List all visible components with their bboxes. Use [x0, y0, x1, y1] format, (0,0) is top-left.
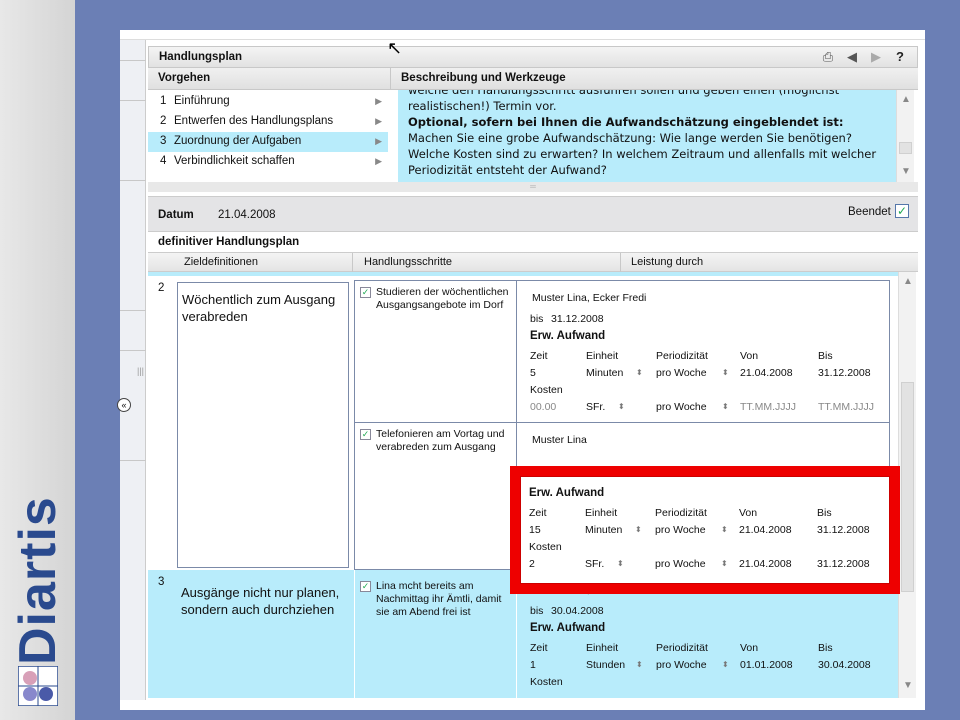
description-text: welche den Handlungsschritt ausführen so…: [398, 90, 896, 182]
effort-title: Erw. Aufwand: [530, 622, 606, 634]
scroll-down-icon[interactable]: ▼: [897, 164, 915, 180]
step-item-3[interactable]: 3 Zuordnung der Aufgaben ▶: [148, 132, 388, 152]
brand-sidebar: Diartis: [0, 0, 75, 720]
goal-cell[interactable]: Wöchentlich zum Ausgang verabreden: [177, 282, 349, 568]
period-spinner-icon[interactable]: ⬍: [722, 660, 729, 669]
datum-label: Datum: [158, 209, 194, 221]
splitter-handle-icon[interactable]: |||: [137, 366, 144, 376]
period-spinner-icon[interactable]: ⬍: [721, 525, 728, 534]
responsible-persons[interactable]: Muster Lina, Ecker Fredi: [532, 292, 646, 304]
col-by[interactable]: Leistung durch: [631, 256, 703, 268]
scroll-up-icon[interactable]: ▲: [899, 274, 917, 290]
procedure-steps: 1 Einführung ▶ 2 Entwerfen des Handlungspla…: [148, 90, 388, 182]
resize-grip-icon[interactable]: ═: [148, 182, 918, 192]
step-item-2[interactable]: 2 Entwerfen des Handlungsplans ▶: [148, 112, 388, 132]
currency-spinner-icon[interactable]: ⬍: [618, 402, 625, 411]
step-checkbox[interactable]: ✓: [360, 429, 371, 440]
beendet-label: Beendet: [848, 206, 891, 218]
unit-spinner-icon[interactable]: ⬍: [636, 368, 643, 377]
beendet-checkbox[interactable]: ✓: [895, 204, 909, 218]
period-spinner-icon[interactable]: ⬍: [722, 368, 729, 377]
unit-spinner-icon[interactable]: ⬍: [635, 525, 642, 534]
deadline-value[interactable]: 30.04.2008: [551, 605, 604, 617]
datum-value[interactable]: 21.04.2008: [218, 209, 276, 221]
panel-title: Handlungsplan: [159, 51, 243, 63]
step-checkbox[interactable]: ✓: [360, 581, 371, 592]
arrow-left-icon[interactable]: ◀: [843, 49, 861, 65]
step-cell[interactable]: ✓ Lina mcht bereits am Nachmittag ihr Äm…: [358, 580, 510, 619]
printer-icon[interactable]: ⎙: [819, 49, 837, 65]
highlighted-effort: Erw. Aufwand Zeit Einheit Periodizität V…: [520, 476, 890, 584]
chevron-right-icon: ▶: [375, 136, 382, 146]
datum-bar: Datum 21.04.2008 Beendet ✓: [148, 196, 918, 232]
chevron-right-icon: ▶: [375, 156, 382, 166]
row-number: 2: [158, 282, 165, 294]
currency-spinner-icon[interactable]: ⬍: [617, 559, 624, 568]
step-item-1[interactable]: 1 Einführung ▶: [148, 92, 388, 112]
handlungsplan-panel: Handlungsplan ⎙ ◀ ▶ ? Vorgehen Beschreib…: [148, 46, 918, 698]
step-item-4[interactable]: 4 Verbindlichkeit schaffen ▶: [148, 152, 388, 172]
brand-logo-icon: [18, 666, 58, 706]
step-checkbox[interactable]: ✓: [360, 287, 371, 298]
step-cell[interactable]: ✓ Telefonieren am Vortag und verabreden …: [358, 428, 510, 454]
unit-spinner-icon[interactable]: ⬍: [636, 660, 643, 669]
brand-wordmark: Diartis: [8, 495, 68, 665]
plan-title: definitiver Handlungsplan: [158, 236, 300, 248]
description-scrollbar[interactable]: ▲ ▼: [896, 90, 914, 182]
panel-header: Handlungsplan ⎙ ◀ ▶ ?: [148, 46, 918, 68]
app-window: « ||| Handlungsplan ⎙ ◀ ▶ ? Vorgehen Bes…: [117, 30, 925, 710]
col-steps[interactable]: Handlungsschritte: [364, 256, 452, 268]
chevron-right-icon: ▶: [375, 96, 382, 106]
scroll-up-icon[interactable]: ▲: [897, 92, 915, 108]
period-spinner-icon[interactable]: ⬍: [722, 402, 729, 411]
col-goals[interactable]: Zieldefinitionen: [184, 256, 258, 268]
highlight-box: Erw. Aufwand Zeit Einheit Periodizität V…: [510, 466, 900, 594]
goal-cell[interactable]: Ausgänge nicht nur planen, sondern auch …: [177, 576, 349, 696]
arrow-right-icon[interactable]: ▶: [867, 49, 885, 65]
row-number: 3: [158, 576, 165, 588]
plan-table-header: Zieldefinitionen Handlungsschritte Leist…: [148, 252, 918, 273]
responsible-persons[interactable]: Muster Lina: [532, 434, 587, 446]
period-spinner-icon[interactable]: ⬍: [721, 559, 728, 568]
procedure-header: Vorgehen: [148, 68, 390, 90]
brand-name: Diartis: [9, 496, 67, 665]
help-icon[interactable]: ?: [891, 49, 909, 65]
window-top-strip: [120, 30, 925, 40]
expand-icon[interactable]: «: [117, 398, 131, 412]
deadline-value[interactable]: 31.12.2008: [551, 313, 604, 325]
effort-title: Erw. Aufwand: [530, 330, 606, 342]
mouse-pointer-icon: ↖: [387, 38, 403, 58]
scroll-down-icon[interactable]: ▼: [899, 678, 917, 694]
step-cell[interactable]: ✓ Studieren der wöchentlichen Ausgangsan…: [358, 286, 510, 312]
description-header: Beschreibung und Werkzeuge: [390, 68, 918, 90]
plan-scrollbar[interactable]: ▲ ▼: [898, 272, 916, 698]
chevron-right-icon: ▶: [375, 116, 382, 126]
